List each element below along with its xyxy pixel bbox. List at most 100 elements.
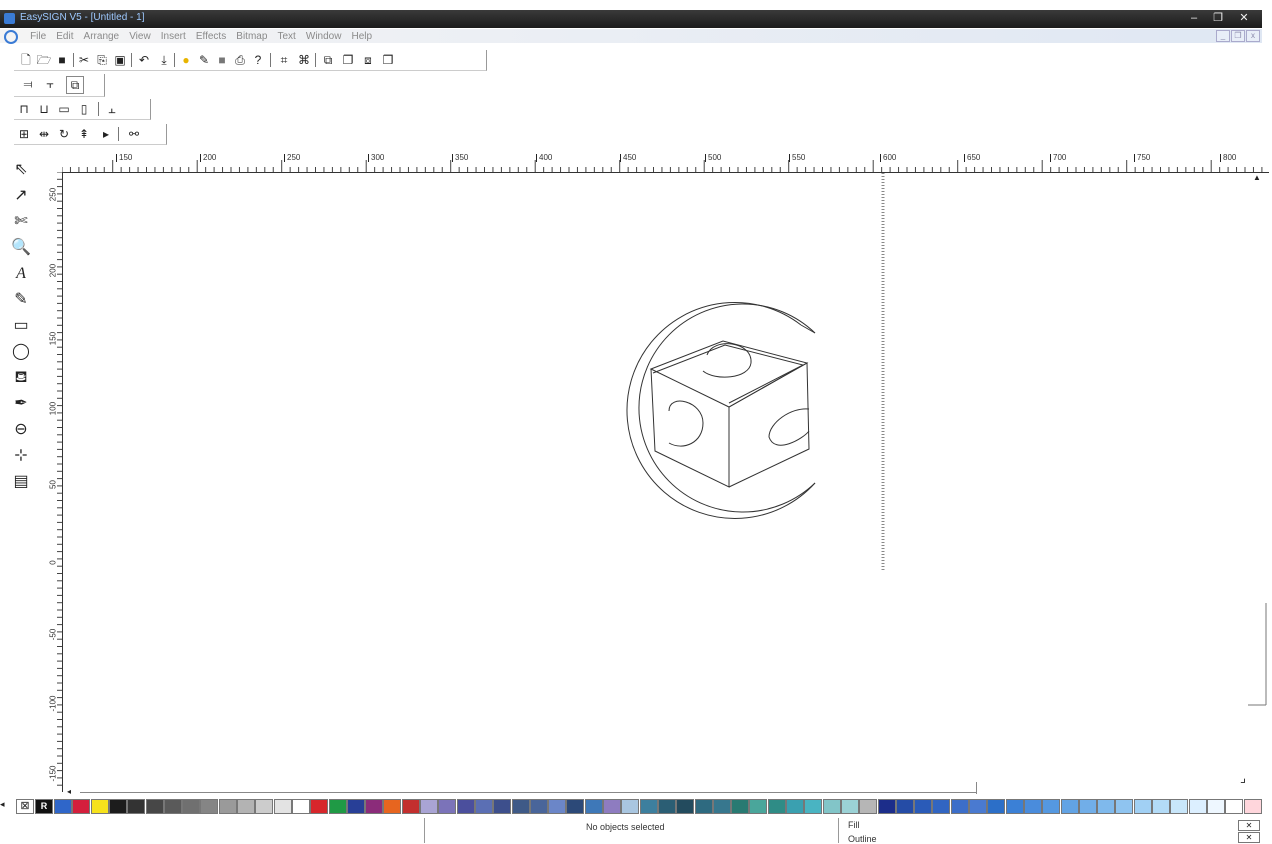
to-top-icon[interactable]: ⇞ [76, 126, 92, 142]
color-swatch[interactable] [72, 799, 91, 814]
menu-view[interactable]: View [129, 31, 151, 42]
color-swatch[interactable] [255, 799, 274, 814]
color-swatch[interactable] [182, 799, 201, 814]
print-icon[interactable]: ⎙ [232, 52, 248, 68]
pen-tool-icon[interactable]: ✎ [10, 290, 32, 310]
color-swatch[interactable] [1152, 799, 1170, 814]
color-swatch[interactable] [90, 799, 109, 814]
color-swatch[interactable] [786, 799, 804, 814]
color-swatch[interactable] [1170, 799, 1189, 814]
undo-icon[interactable]: ↶ [136, 52, 152, 68]
rotate-icon[interactable]: ↻ [56, 126, 72, 142]
color-swatch[interactable] [1042, 799, 1061, 814]
align-left-icon[interactable]: ⫤ [20, 76, 36, 92]
color-swatch[interactable] [914, 799, 933, 814]
blend-tool-icon[interactable]: ⊹ [10, 446, 32, 466]
color-swatch[interactable] [987, 799, 1006, 814]
color-swatch[interactable] [1115, 799, 1134, 814]
color-swatch[interactable] [621, 799, 640, 814]
import-icon[interactable]: ⤓ [156, 52, 172, 68]
select-tool-icon[interactable]: ⇖ [10, 160, 32, 180]
color-swatch[interactable] [1225, 799, 1244, 814]
color-swatch[interactable] [438, 799, 457, 814]
scroll-left-icon[interactable]: ◂ [63, 787, 75, 797]
color-swatch[interactable] [1188, 799, 1207, 814]
color-swatch[interactable] [859, 799, 878, 814]
vertical-ruler[interactable]: 250 200 150 100 50 0 -50 -100 -150 [46, 172, 63, 792]
align-center-icon[interactable]: ⫟ [42, 76, 58, 92]
color-swatch[interactable] [401, 799, 420, 814]
color-swatch[interactable] [895, 799, 914, 814]
minimize-button[interactable]: – [1184, 11, 1204, 26]
palette-scroll-left-icon[interactable]: ◂ [0, 799, 5, 810]
paste-icon[interactable]: ▣ [112, 52, 128, 68]
color-swatch[interactable] [108, 799, 127, 814]
color-swatch[interactable] [54, 799, 72, 814]
color-swatch[interactable] [1005, 799, 1024, 814]
document-icon[interactable] [4, 30, 18, 44]
color-swatch[interactable] [1078, 799, 1097, 814]
rectangle-tool-icon[interactable]: ▭ [10, 316, 32, 336]
back-icon[interactable]: ❐ [340, 52, 356, 68]
align-copy-icon[interactable]: ⧉ [66, 76, 84, 94]
color-swatch[interactable] [1023, 799, 1042, 814]
backward-icon[interactable]: ❒ [380, 52, 396, 68]
scrollbar-thumb[interactable] [976, 782, 977, 794]
color-swatch[interactable] [1133, 799, 1152, 814]
weld-icon[interactable]: ▭ [56, 101, 72, 117]
combine-icon[interactable]: ▯ [76, 101, 92, 117]
color-swatch[interactable] [493, 799, 512, 814]
color-swatch[interactable] [474, 799, 493, 814]
color-swatch[interactable] [163, 799, 182, 814]
color-swatch[interactable] [218, 799, 237, 814]
open-icon[interactable]: 🗁 [36, 52, 52, 68]
break-icon[interactable]: ⫠ [104, 101, 120, 117]
color-swatch[interactable] [840, 799, 859, 814]
color-swatch[interactable] [548, 799, 567, 814]
registration-swatch[interactable]: R [35, 799, 53, 814]
fill-swatch-icon[interactable]: ✕ [1238, 820, 1260, 831]
doc-close-button[interactable]: x [1246, 30, 1260, 42]
color-swatch[interactable] [804, 799, 823, 814]
color-swatch[interactable] [456, 799, 475, 814]
color-swatch[interactable] [969, 799, 987, 814]
pen-icon[interactable]: ✎ [196, 52, 212, 68]
menu-file[interactable]: File [30, 31, 46, 42]
knife-tool-icon[interactable]: ✄ [10, 212, 32, 232]
color-swatch[interactable] [200, 799, 219, 814]
color-swatch[interactable] [383, 799, 402, 814]
color-swatch[interactable] [511, 799, 530, 814]
unlock-icon[interactable]: ⊔ [36, 101, 52, 117]
menu-effects[interactable]: Effects [196, 31, 226, 42]
color-swatch[interactable] [328, 799, 347, 814]
menu-text[interactable]: Text [277, 31, 295, 42]
color-swatch[interactable] [950, 799, 969, 814]
color-swatch[interactable] [346, 799, 365, 814]
color-swatch[interactable] [127, 799, 146, 814]
menu-window[interactable]: Window [306, 31, 342, 42]
color-swatch[interactable] [145, 799, 164, 814]
color-swatch[interactable] [1206, 799, 1225, 814]
color-swatch[interactable] [365, 799, 384, 814]
cut-icon[interactable]: ✂ [76, 52, 92, 68]
bitmap-tool-icon[interactable]: ▤ [10, 472, 32, 492]
color-swatch[interactable] [822, 799, 841, 814]
copy-icon[interactable]: ⎘ [94, 52, 110, 68]
no-color-swatch[interactable]: ⊠ [16, 799, 34, 814]
color-swatch[interactable] [877, 799, 896, 814]
fill-tool-icon[interactable]: ⛾ [10, 368, 32, 388]
doc-minimize-button[interactable]: _ [1216, 30, 1230, 42]
menu-edit[interactable]: Edit [56, 31, 73, 42]
outline-swatch-icon[interactable]: ✕ [1238, 832, 1260, 843]
ellipse-tool-icon[interactable]: ◯ [10, 342, 32, 362]
menu-bitmap[interactable]: Bitmap [236, 31, 267, 42]
fill-icon[interactable]: ■ [214, 52, 230, 68]
resize-grip-icon[interactable]: ⌟ [1240, 770, 1264, 792]
color-swatch[interactable] [584, 799, 603, 814]
forward-icon[interactable]: ⧈ [360, 52, 376, 68]
lock-icon[interactable]: ⊓ [16, 101, 32, 117]
horizontal-scrollbar[interactable] [80, 792, 976, 793]
help-icon[interactable]: ? [250, 52, 266, 68]
color-swatch[interactable] [731, 799, 750, 814]
menu-help[interactable]: Help [352, 31, 373, 42]
